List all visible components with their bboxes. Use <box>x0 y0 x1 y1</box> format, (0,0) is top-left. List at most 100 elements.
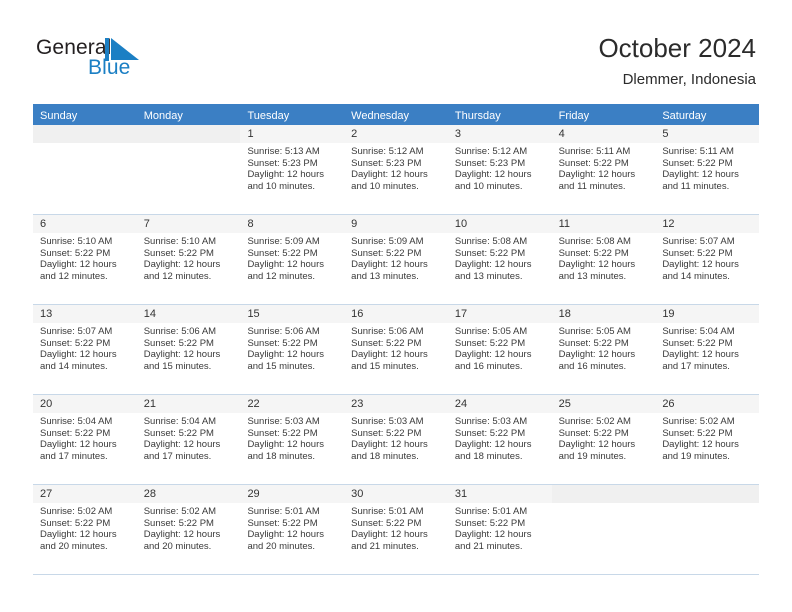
day-details: Sunrise: 5:04 AM Sunset: 5:22 PM Dayligh… <box>137 413 241 462</box>
sunset-text: Sunset: 5:22 PM <box>454 517 526 529</box>
day-cell[interactable]: 29 Sunrise: 5:01 AM Sunset: 5:22 PM Dayl… <box>240 485 345 574</box>
sunrise-text: Sunrise: 5:02 AM <box>662 416 735 427</box>
day-details: Sunrise: 5:02 AM Sunset: 5:22 PM Dayligh… <box>552 413 656 462</box>
sunrise-text: Sunrise: 5:13 AM <box>247 146 320 157</box>
day-details: Sunrise: 5:01 AM Sunset: 5:22 PM Dayligh… <box>240 503 344 552</box>
day-cell[interactable]: 13 Sunrise: 5:07 AM Sunset: 5:22 PM Dayl… <box>33 305 137 394</box>
day-cell[interactable]: 12 Sunrise: 5:07 AM Sunset: 5:22 PM Dayl… <box>655 215 760 304</box>
sunrise-text: Sunrise: 5:08 AM <box>558 236 631 247</box>
sunset-text: Sunset: 5:22 PM <box>454 247 526 259</box>
daylight-text-line1: Daylight: 12 hours <box>143 259 221 271</box>
daylight-text-line1: Daylight: 12 hours <box>247 529 325 541</box>
day-cell[interactable]: 9 Sunrise: 5:09 AM Sunset: 5:22 PM Dayli… <box>344 215 448 304</box>
sunrise-text: Sunrise: 5:12 AM <box>351 146 424 157</box>
day-cell[interactable]: 28 Sunrise: 5:02 AM Sunset: 5:22 PM Dayl… <box>136 485 241 574</box>
day-cell[interactable]: 2 Sunrise: 5:12 AM Sunset: 5:23 PM Dayli… <box>344 125 448 214</box>
day-cell[interactable]: 18 Sunrise: 5:05 AM Sunset: 5:22 PM Dayl… <box>551 305 656 394</box>
day-cell[interactable]: 22 Sunrise: 5:03 AM Sunset: 5:22 PM Dayl… <box>240 395 345 484</box>
day-cell[interactable]: 25 Sunrise: 5:02 AM Sunset: 5:22 PM Dayl… <box>551 395 656 484</box>
day-number: 24 <box>447 395 552 413</box>
day-cell[interactable]: 5 Sunrise: 5:11 AM Sunset: 5:22 PM Dayli… <box>655 125 760 214</box>
daylight-text-line1: Daylight: 12 hours <box>40 529 117 541</box>
daylight-text-line1: Daylight: 12 hours <box>454 259 532 271</box>
sunrise-text: Sunrise: 5:03 AM <box>454 416 528 427</box>
sunrise-text: Sunrise: 5:01 AM <box>247 506 320 517</box>
sunset-text: Sunset: 5:22 PM <box>662 157 733 169</box>
sunrise-text: Sunrise: 5:05 AM <box>454 326 528 337</box>
daylight-text-line2: and 16 minutes. <box>454 360 523 372</box>
day-number: 15 <box>240 305 345 323</box>
daylight-text-line2: and 13 minutes. <box>558 270 627 282</box>
day-details: Sunrise: 5:10 AM Sunset: 5:22 PM Dayligh… <box>137 233 241 282</box>
day-details: Sunrise: 5:05 AM Sunset: 5:22 PM Dayligh… <box>552 323 656 372</box>
day-number <box>136 125 241 143</box>
calendar-week-row: 20 Sunrise: 5:04 AM Sunset: 5:22 PM Dayl… <box>33 395 760 485</box>
daylight-text-line1: Daylight: 12 hours <box>558 259 636 271</box>
day-details: Sunrise: 5:12 AM Sunset: 5:23 PM Dayligh… <box>344 143 448 192</box>
day-details: Sunrise: 5:02 AM Sunset: 5:22 PM Dayligh… <box>33 503 137 552</box>
day-cell[interactable]: 15 Sunrise: 5:06 AM Sunset: 5:22 PM Dayl… <box>240 305 345 394</box>
daylight-text-line2: and 14 minutes. <box>662 270 730 282</box>
general-blue-logo[interactable]: General Blue <box>36 36 156 82</box>
sunset-text: Sunset: 5:22 PM <box>40 247 111 259</box>
day-number: 19 <box>655 305 760 323</box>
sunset-text: Sunset: 5:22 PM <box>143 247 214 259</box>
day-details: Sunrise: 5:12 AM Sunset: 5:23 PM Dayligh… <box>448 143 552 192</box>
day-details: Sunrise: 5:07 AM Sunset: 5:22 PM Dayligh… <box>33 323 137 372</box>
day-number: 11 <box>551 215 656 233</box>
daylight-text-line2: and 15 minutes. <box>247 360 316 372</box>
day-number: 20 <box>33 395 137 413</box>
daylight-text-line2: and 21 minutes. <box>351 540 419 552</box>
day-details: Sunrise: 5:02 AM Sunset: 5:22 PM Dayligh… <box>655 413 759 462</box>
day-cell[interactable]: 3 Sunrise: 5:12 AM Sunset: 5:23 PM Dayli… <box>447 125 552 214</box>
day-cell[interactable]: 30 Sunrise: 5:01 AM Sunset: 5:22 PM Dayl… <box>344 485 448 574</box>
sunrise-text: Sunrise: 5:11 AM <box>558 146 631 157</box>
day-cell[interactable]: 14 Sunrise: 5:06 AM Sunset: 5:22 PM Dayl… <box>136 305 241 394</box>
day-cell[interactable]: 8 Sunrise: 5:09 AM Sunset: 5:22 PM Dayli… <box>240 215 345 304</box>
day-number: 3 <box>447 125 552 143</box>
day-details: Sunrise: 5:01 AM Sunset: 5:22 PM Dayligh… <box>344 503 448 552</box>
sunset-text: Sunset: 5:22 PM <box>351 517 422 529</box>
daylight-text-line2: and 20 minutes. <box>40 540 108 552</box>
daylight-text-line2: and 10 minutes. <box>454 180 523 192</box>
day-cell[interactable]: 17 Sunrise: 5:05 AM Sunset: 5:22 PM Dayl… <box>447 305 552 394</box>
day-number: 9 <box>344 215 448 233</box>
day-details <box>137 143 241 146</box>
daylight-text-line2: and 10 minutes. <box>247 180 316 192</box>
sunrise-text: Sunrise: 5:02 AM <box>558 416 631 427</box>
sunset-text: Sunset: 5:22 PM <box>662 337 733 349</box>
sunrise-text: Sunrise: 5:03 AM <box>247 416 320 427</box>
day-cell[interactable]: 6 Sunrise: 5:10 AM Sunset: 5:22 PM Dayli… <box>33 215 137 304</box>
day-details: Sunrise: 5:01 AM Sunset: 5:22 PM Dayligh… <box>448 503 552 552</box>
day-cell[interactable]: 19 Sunrise: 5:04 AM Sunset: 5:22 PM Dayl… <box>655 305 760 394</box>
day-number <box>655 485 760 503</box>
day-details <box>552 503 656 506</box>
day-cell[interactable]: 4 Sunrise: 5:11 AM Sunset: 5:22 PM Dayli… <box>551 125 656 214</box>
sunset-text: Sunset: 5:22 PM <box>247 247 318 259</box>
day-number: 28 <box>136 485 241 503</box>
day-cell[interactable]: 21 Sunrise: 5:04 AM Sunset: 5:22 PM Dayl… <box>136 395 241 484</box>
day-cell[interactable]: 20 Sunrise: 5:04 AM Sunset: 5:22 PM Dayl… <box>33 395 137 484</box>
page-subtitle: Dlemmer, Indonesia <box>622 71 756 88</box>
day-cell[interactable]: 10 Sunrise: 5:08 AM Sunset: 5:22 PM Dayl… <box>447 215 552 304</box>
sunset-text: Sunset: 5:22 PM <box>143 517 214 529</box>
daylight-text-line1: Daylight: 12 hours <box>351 439 428 451</box>
daylight-text-line1: Daylight: 12 hours <box>662 439 739 451</box>
day-number: 8 <box>240 215 345 233</box>
day-cell[interactable]: 31 Sunrise: 5:01 AM Sunset: 5:22 PM Dayl… <box>447 485 552 574</box>
day-cell[interactable]: 24 Sunrise: 5:03 AM Sunset: 5:22 PM Dayl… <box>447 395 552 484</box>
day-cell[interactable]: 11 Sunrise: 5:08 AM Sunset: 5:22 PM Dayl… <box>551 215 656 304</box>
daylight-text-line1: Daylight: 12 hours <box>558 439 636 451</box>
day-cell[interactable]: 26 Sunrise: 5:02 AM Sunset: 5:22 PM Dayl… <box>655 395 760 484</box>
daylight-text-line1: Daylight: 12 hours <box>558 349 636 361</box>
day-cell[interactable]: 16 Sunrise: 5:06 AM Sunset: 5:22 PM Dayl… <box>344 305 448 394</box>
day-cell[interactable]: 23 Sunrise: 5:03 AM Sunset: 5:22 PM Dayl… <box>344 395 448 484</box>
day-cell[interactable]: 27 Sunrise: 5:02 AM Sunset: 5:22 PM Dayl… <box>33 485 137 574</box>
page-title: October 2024 <box>598 33 756 63</box>
daylight-text-line1: Daylight: 12 hours <box>662 259 739 271</box>
day-number: 13 <box>33 305 137 323</box>
daylight-text-line1: Daylight: 12 hours <box>454 169 532 181</box>
day-cell[interactable]: 1 Sunrise: 5:13 AM Sunset: 5:23 PM Dayli… <box>240 125 345 214</box>
day-cell[interactable]: 7 Sunrise: 5:10 AM Sunset: 5:22 PM Dayli… <box>136 215 241 304</box>
day-details: Sunrise: 5:06 AM Sunset: 5:22 PM Dayligh… <box>137 323 241 372</box>
